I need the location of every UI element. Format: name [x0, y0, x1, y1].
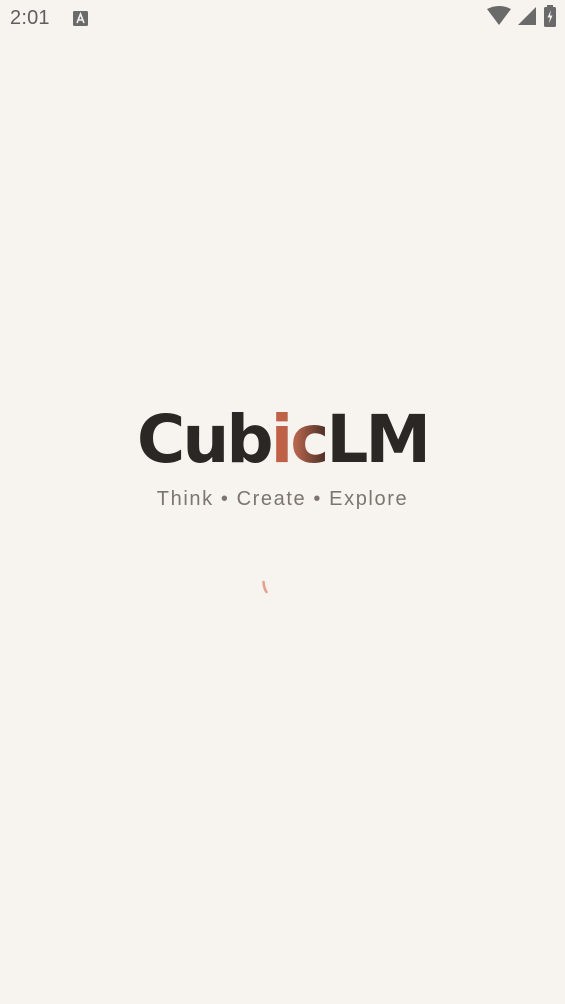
tagline: Think • Create • Explore [156, 488, 409, 510]
status-bar: 2:01 [0, 0, 565, 38]
loading-spinner-icon [258, 578, 276, 596]
logo-part-2: LM [326, 401, 431, 478]
logo-part-1: Cub [136, 401, 274, 478]
wifi-icon [487, 5, 511, 31]
logo-accent: ic [270, 401, 330, 478]
font-a-icon [73, 11, 88, 26]
status-time: 2:01 [10, 7, 50, 29]
cellular-signal-icon [517, 6, 537, 31]
app-logo: CubicLM [136, 400, 431, 480]
splash-content: CubicLM Think • Create • Explore [0, 400, 565, 511]
status-icons [487, 4, 557, 31]
battery-charging-icon [543, 4, 557, 32]
